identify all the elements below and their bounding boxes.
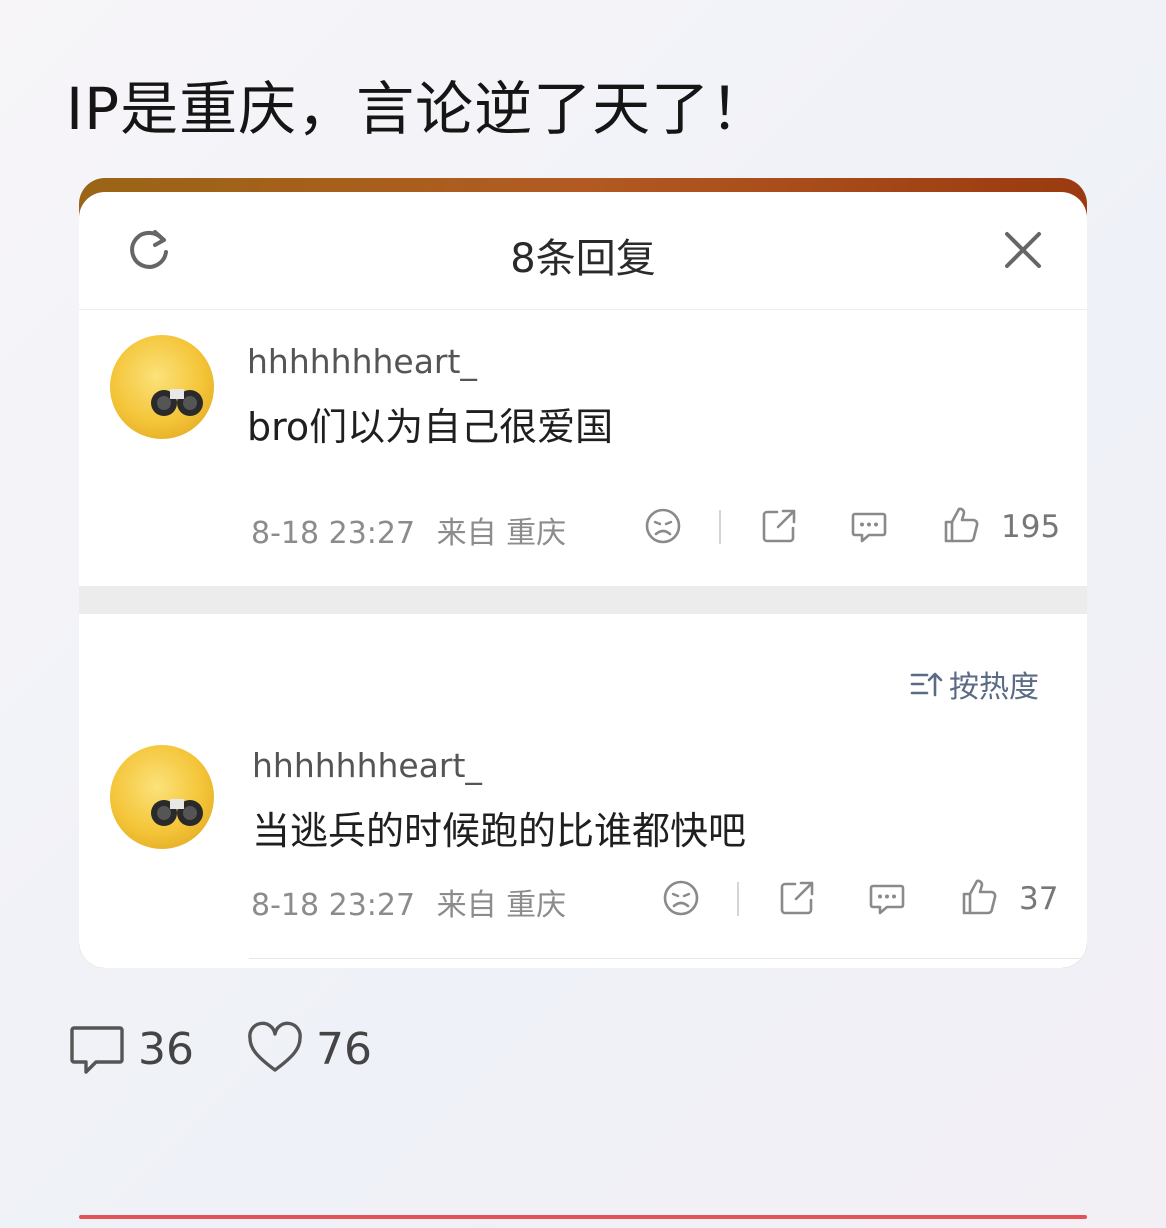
thumbs-up-icon[interactable] — [941, 505, 981, 545]
comment-icon[interactable] — [849, 506, 889, 546]
comment-meta: 8-18 23:27 来自 重庆 — [251, 880, 566, 924]
replies-card: 8条回复 hhhhhhheart_ bro们以为自己很爱国 8-18 23:27… — [79, 192, 1087, 968]
username[interactable]: hhhhhhheart_ — [252, 746, 482, 785]
avatar[interactable] — [110, 745, 214, 849]
post-title: IP是重庆，言论逆了天了！ — [66, 75, 770, 143]
binoculars-icon — [151, 389, 203, 416]
post-actions: 36 76 — [68, 1020, 424, 1078]
heart-icon — [248, 1021, 302, 1072]
post-like-button[interactable]: 76 — [246, 1020, 372, 1078]
comment-text: bro们以为自己很爱国 — [247, 405, 614, 449]
comment-location: 来自 重庆 — [436, 516, 567, 551]
dislike-face-icon[interactable] — [661, 878, 701, 918]
post-comment-count: 36 — [138, 1023, 194, 1075]
like-count: 37 — [1019, 881, 1059, 917]
binoculars-icon — [151, 799, 203, 826]
comment-time: 8-18 23:27 — [251, 888, 416, 923]
sheet-header: 8条回复 — [79, 192, 1087, 310]
comment-time: 8-18 23:27 — [251, 516, 416, 551]
comment-location: 来自 重庆 — [436, 888, 567, 923]
accent-underline — [79, 1215, 1087, 1219]
section-divider — [79, 586, 1087, 614]
sheet-title: 8条回复 — [510, 236, 656, 282]
close-icon[interactable] — [1001, 228, 1045, 272]
replies-sheet: 8条回复 hhhhhhheart_ bro们以为自己很爱国 8-18 23:27… — [79, 178, 1087, 968]
action-separator — [719, 510, 721, 544]
post-comment-button[interactable]: 36 — [68, 1020, 194, 1078]
username[interactable]: hhhhhhheart_ — [247, 342, 477, 381]
sort-icon — [910, 672, 943, 697]
sort-by-hot-button[interactable]: 按热度 — [909, 664, 1039, 705]
like-count: 195 — [1001, 509, 1061, 545]
share-icon[interactable] — [777, 878, 817, 918]
comment-icon[interactable] — [867, 878, 907, 918]
avatar[interactable] — [110, 335, 214, 439]
thumbs-up-icon[interactable] — [959, 877, 999, 917]
share-icon[interactable] — [759, 506, 799, 546]
comment-meta: 8-18 23:27 来自 重庆 — [251, 508, 566, 552]
post-like-count: 76 — [316, 1023, 372, 1075]
sort-label: 按热度 — [949, 670, 1039, 705]
dislike-face-icon[interactable] — [643, 506, 683, 546]
list-bottom-divider — [249, 958, 1087, 959]
comment-text: 当逃兵的时候跑的比谁都快吧 — [252, 809, 747, 853]
action-separator — [737, 882, 739, 916]
comment-icon — [70, 1026, 124, 1074]
